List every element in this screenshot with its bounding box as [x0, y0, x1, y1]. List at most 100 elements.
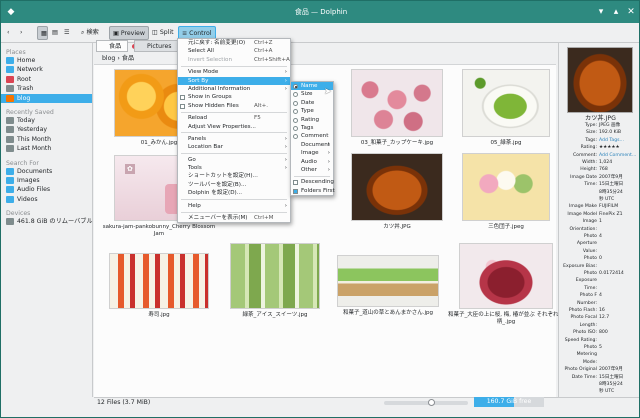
icons-view-button[interactable]: ▦ [37, 26, 48, 40]
sort-menu-item[interactable]: Descending [291, 178, 334, 186]
menu-item[interactable]: Show in Groups [178, 93, 290, 101]
menu-item[interactable]: Select All Ctrl+A [178, 47, 290, 55]
sort-menu-item[interactable]: Audio › [291, 158, 333, 166]
radio-button[interactable] [293, 117, 298, 123]
info-key: Tags: [585, 137, 597, 143]
places-item[interactable]: Last Month [1, 144, 92, 153]
menu-item[interactable]: Help › [178, 202, 290, 210]
menu-item[interactable]: ツールバーを設定(B)... [178, 181, 290, 189]
info-key: Photo Focal [570, 315, 597, 321]
zoom-slider[interactable] [384, 399, 468, 406]
forward-icon[interactable]: › [17, 26, 25, 40]
tab-shokuhin[interactable]: 食品● [96, 40, 137, 52]
radio-button[interactable] [293, 100, 298, 106]
menu-item[interactable]: View Mode › [178, 68, 290, 76]
maximize-icon[interactable]: ▴ [610, 6, 622, 18]
sort-menu-item[interactable]: Tags [291, 124, 333, 132]
places-item[interactable]: Yesterday [1, 125, 92, 134]
places-item[interactable]: 461.8 GiB のリムーバブルメディ... [1, 217, 92, 226]
minimize-icon[interactable]: ▾ [595, 6, 607, 18]
radio-button[interactable] [293, 134, 298, 140]
info-value: 1,024 [599, 160, 613, 165]
places-item[interactable]: This Month [1, 135, 92, 144]
file-item[interactable]: カツ丼.JPG [337, 153, 457, 231]
menu-item[interactable]: Panels › [178, 135, 290, 143]
tab-pictures[interactable]: Pictures● [134, 40, 191, 52]
menu-item[interactable]: Go › [178, 156, 290, 164]
menu-item[interactable]: Tools › [178, 164, 290, 172]
breadcrumb-parent[interactable]: blog [102, 55, 115, 62]
radio-button[interactable] [293, 92, 298, 98]
menu-item[interactable]: Additional Information › [178, 85, 290, 93]
shortcut-label: F5 [254, 115, 261, 122]
preview-button[interactable]: ▣ Preview [109, 26, 149, 40]
menu-item-label: Tools [188, 165, 202, 172]
thumbnail-image [351, 153, 443, 221]
compact-view-button[interactable]: ▤ [49, 26, 61, 40]
places-item[interactable]: blog [1, 93, 92, 103]
split-button[interactable]: ◫ Split [149, 26, 177, 40]
places-item[interactable]: Trash [1, 84, 92, 93]
menu-item[interactable]: Reload F5 [178, 114, 290, 122]
sort-menu-item[interactable]: Image › [291, 149, 333, 157]
sort-menu-item[interactable]: Rating [291, 116, 333, 124]
menu-item[interactable]: ショートカットを設定(H)... [178, 172, 290, 180]
info-key: Photo [583, 271, 597, 276]
checkbox[interactable] [293, 180, 298, 186]
back-icon[interactable]: ‹ [4, 26, 12, 40]
radio-button[interactable] [293, 125, 298, 131]
file-item[interactable]: 和菓子_大臣の上に桜, 梅, 椿が並ぶ それぞれの柄_.jpg [446, 243, 566, 326]
places-item[interactable]: Documents [1, 167, 92, 176]
menu-item-label: Tags [301, 124, 314, 131]
file-item[interactable]: 03_和菓子_カップケーキ.jpg [337, 69, 457, 147]
radio-button[interactable] [293, 109, 298, 115]
info-key: Image Model [567, 211, 597, 217]
chevron-right-icon: › [284, 77, 287, 84]
file-item[interactable]: 緑茶_アイス_スイーツ.jpg [215, 243, 335, 319]
search-button[interactable]: ⌕ 検索 [78, 26, 102, 40]
places-item[interactable]: Audio Files [1, 185, 92, 194]
radio-button[interactable] [293, 84, 298, 89]
sort-menu-item[interactable]: Date [291, 99, 333, 107]
menu-item[interactable]: Show Hidden Files Alt+. [178, 102, 290, 110]
places-item[interactable]: Images [1, 176, 92, 185]
file-item[interactable]: 05_緑茶.jpg [446, 69, 566, 147]
menu-item-label: ショートカットを設定(H)... [188, 173, 258, 180]
menu-item[interactable]: メニューバーを表示(M) Ctrl+M [178, 214, 290, 222]
menu-item[interactable]: Sort By › [178, 76, 290, 85]
menu-item[interactable]: Dolphin を設定(D)... [178, 189, 290, 197]
chevron-right-icon: › [284, 156, 287, 163]
folder-icon [6, 218, 14, 226]
info-value[interactable]: Add Tags... [599, 138, 639, 143]
sort-menu-item[interactable]: Folders First [291, 187, 335, 195]
details-view-button[interactable]: ☰ [61, 26, 73, 40]
menu-item[interactable]: Adjust View Properties... [178, 123, 290, 131]
places-item[interactable]: Today [1, 116, 92, 125]
checkbox[interactable] [293, 188, 298, 194]
sort-menu-item[interactable]: Other › [291, 166, 333, 174]
places-item[interactable]: Home [1, 56, 92, 65]
zoom-slider-handle[interactable] [428, 399, 435, 406]
menu-item[interactable]: 元に戻す: 名前変更(O) Ctrl+Z [178, 39, 290, 47]
info-value: 秒 UTC [599, 389, 615, 395]
places-item[interactable]: Root [1, 75, 92, 84]
places-item[interactable]: Videos [1, 195, 92, 204]
devices-header: Devices [6, 210, 31, 218]
info-value[interactable]: Add Comment... [599, 153, 639, 158]
places-item[interactable]: Network [1, 65, 92, 74]
info-value: 800 [599, 330, 608, 336]
file-name: sakura-jam-pankobunny_Cherry Blossom Jam [102, 224, 216, 237]
sort-menu-item[interactable]: Type [291, 107, 333, 115]
close-icon[interactable]: ✕ [625, 6, 637, 18]
control-menu: 元に戻す: 名前変更(O) Ctrl+Z Select All Ctrl+A Inver… [177, 38, 291, 224]
file-item[interactable]: 三色団子.jpeg [446, 153, 566, 231]
checkbox[interactable] [180, 95, 185, 101]
menu-item[interactable]: Location Bar › [178, 143, 290, 151]
file-item[interactable]: 和菓子_道山の草とあんまかさん.jpg [328, 255, 448, 317]
file-item[interactable]: 寿司.jpg [99, 253, 219, 319]
sort-menu-item[interactable]: Comment [291, 132, 333, 140]
sort-menu-item[interactable]: Document › [291, 141, 333, 149]
checkbox[interactable] [180, 103, 185, 109]
breadcrumb-current[interactable]: 食品 [122, 55, 134, 62]
menu-item-label: Show Hidden Files [188, 102, 239, 109]
